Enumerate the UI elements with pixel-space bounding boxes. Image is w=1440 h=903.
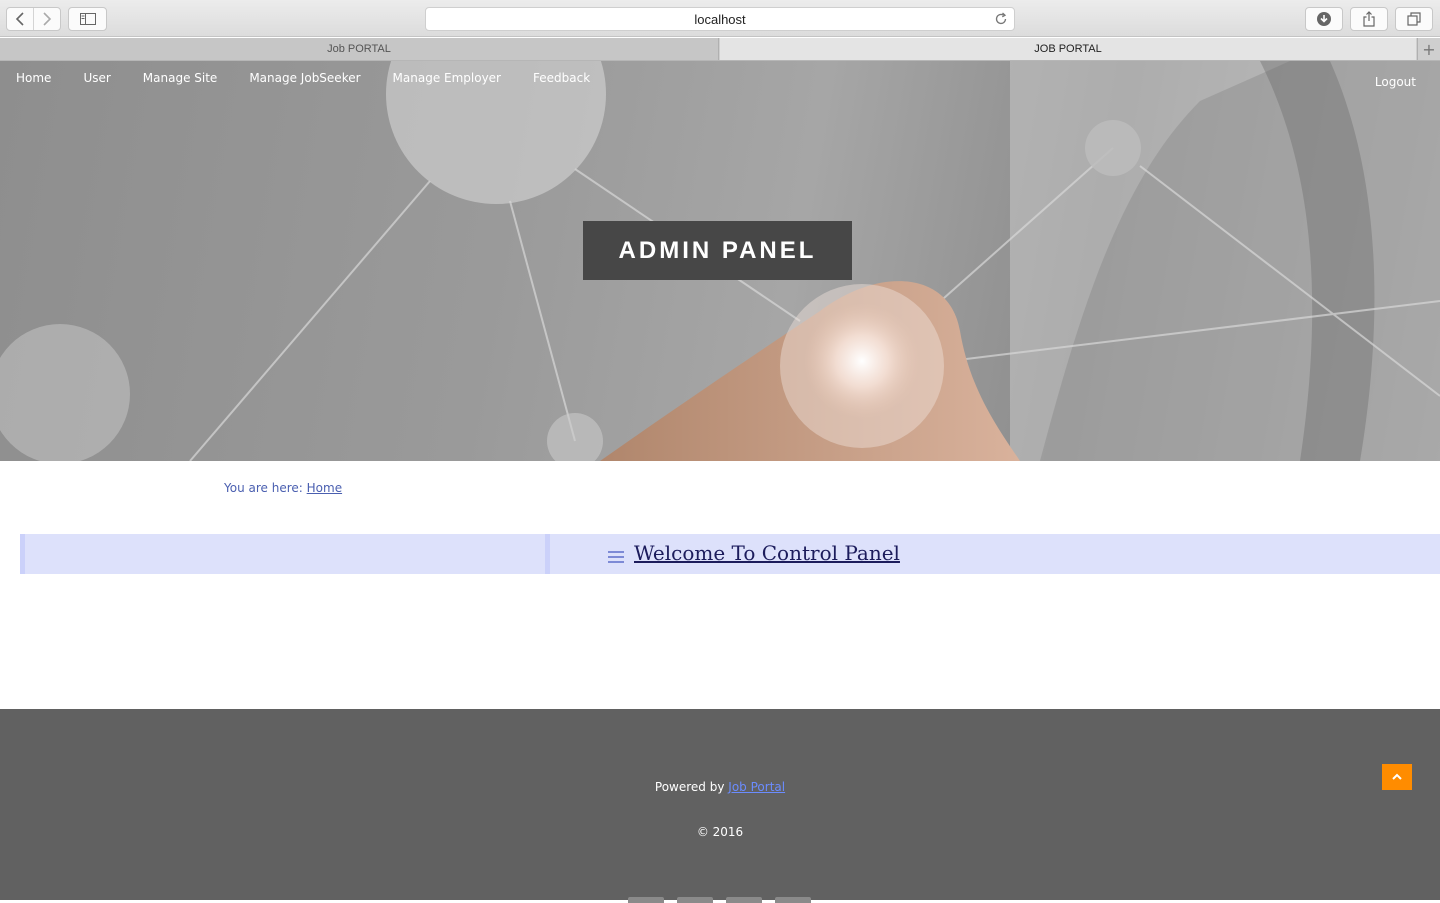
social-icon[interactable] [726, 897, 762, 903]
powered-prefix: Powered by [654, 780, 725, 794]
downloads-button[interactable] [1305, 7, 1343, 31]
tabs-icon [1407, 12, 1421, 26]
tab-job-portal-active[interactable]: JOB PORTAL [720, 38, 1416, 60]
new-tab-button[interactable]: + [1417, 38, 1440, 60]
powered-by: Powered by Job Portal [0, 780, 1440, 794]
social-icon[interactable] [628, 897, 664, 903]
main-nav: Home User Manage Site Manage JobSeeker M… [16, 71, 590, 85]
share-icon [1363, 11, 1375, 27]
social-icon[interactable] [775, 897, 811, 903]
panel-sidebar [20, 534, 550, 574]
social-icon[interactable] [677, 897, 713, 903]
hero-banner: Home User Manage Site Manage JobSeeker M… [0, 61, 1440, 461]
breadcrumb: You are here: Home [224, 481, 342, 495]
back-button[interactable] [7, 8, 33, 30]
download-icon [1317, 12, 1331, 26]
history-nav [6, 7, 61, 31]
tab-label: Job PORTAL [327, 43, 391, 55]
copyright: © 2016 [696, 825, 744, 839]
breadcrumb-home-link[interactable]: Home [307, 481, 342, 495]
nav-manage-jobseeker[interactable]: Manage JobSeeker [249, 71, 360, 85]
tab-label: JOB PORTAL [1034, 43, 1102, 55]
powered-link[interactable]: Job Portal [728, 780, 785, 794]
nav-user[interactable]: User [83, 71, 110, 85]
sidebar-toggle-button[interactable] [68, 7, 107, 31]
page-title: ADMIN PANEL [583, 221, 852, 280]
panel-heading[interactable]: Welcome To Control Panel [634, 541, 900, 565]
panel-header: Welcome To Control Panel [550, 534, 1440, 574]
browser-toolbar: localhost [0, 0, 1440, 37]
url-text: localhost [694, 11, 746, 27]
plus-icon: + [1422, 39, 1436, 59]
nav-home[interactable]: Home [16, 71, 51, 85]
chevron-left-icon [15, 12, 24, 26]
sidebar-icon [79, 13, 96, 25]
logout-link[interactable]: Logout [1375, 75, 1416, 89]
chevron-right-icon [43, 12, 52, 26]
scroll-to-top-button[interactable] [1382, 764, 1412, 790]
breadcrumb-prefix: You are here: [224, 481, 303, 495]
nav-manage-employer[interactable]: Manage Employer [393, 71, 501, 85]
share-button[interactable] [1350, 7, 1388, 31]
footer: Powered by Job Portal © 2016 [0, 709, 1440, 903]
nav-feedback[interactable]: Feedback [533, 71, 590, 85]
tab-bar: Job PORTAL JOB PORTAL + [0, 38, 1440, 61]
nav-manage-site[interactable]: Manage Site [143, 71, 218, 85]
tab-job-portal-inactive[interactable]: Job PORTAL [0, 38, 719, 60]
address-bar[interactable]: localhost [425, 7, 1015, 31]
tabs-overview-button[interactable] [1395, 7, 1433, 31]
reload-icon[interactable] [994, 12, 1008, 29]
forward-button[interactable] [33, 8, 60, 30]
menu-lines-icon [608, 548, 624, 567]
chevron-up-icon [1392, 773, 1402, 780]
